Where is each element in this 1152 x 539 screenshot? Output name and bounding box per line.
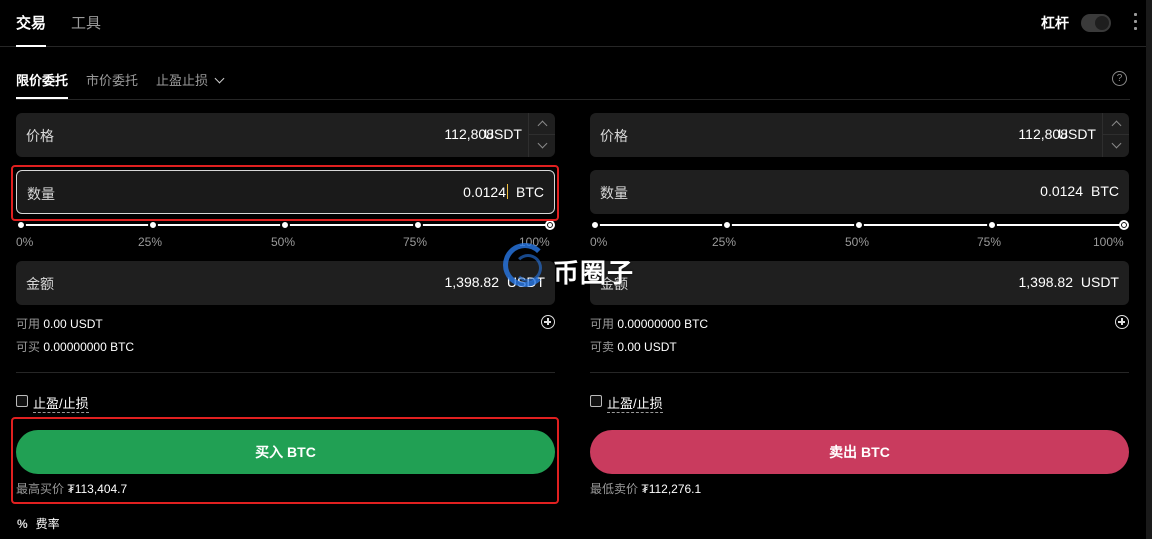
quantity-unit: BTC bbox=[1091, 183, 1119, 199]
chevron-up-icon[interactable] bbox=[529, 113, 555, 135]
price-unit: USDT bbox=[483, 126, 522, 142]
amount-value: 1,398.82 bbox=[444, 274, 500, 290]
slider-label-75: 75% bbox=[977, 235, 1002, 249]
max-buy: 可买 0.00000000 BTC bbox=[16, 338, 134, 355]
slider-label-50: 50% bbox=[845, 235, 870, 249]
buy-percent-slider[interactable]: 0% 25% 50% 75% 100% bbox=[16, 218, 555, 249]
buy-amount-field[interactable]: 金额 1,398.82 USDT bbox=[16, 261, 555, 305]
slider-mark-25[interactable] bbox=[148, 220, 158, 230]
plus-circle-icon[interactable] bbox=[541, 315, 555, 329]
buy-button[interactable]: 买入 BTC bbox=[16, 430, 555, 474]
amount-label: 金额 bbox=[26, 276, 54, 292]
best-sell-price: 最低卖价 ₮112,276.1 bbox=[590, 480, 701, 497]
sell-panel: 价格 112,808 USDT 数量 0.0124 BTC 0% 25% 50%… bbox=[590, 0, 1130, 539]
max-sell-value: 0.00 USDT bbox=[617, 340, 677, 354]
best-buy-price: 最高买价 ₮113,404.7 bbox=[16, 480, 127, 497]
available-balance: 可用 0.00000000 BTC bbox=[590, 315, 708, 332]
slider-label-100: 100% bbox=[519, 235, 550, 249]
best-buy-value: ₮113,404.7 bbox=[67, 482, 128, 496]
text-caret bbox=[507, 184, 508, 199]
slider-label-0: 0% bbox=[16, 235, 34, 249]
amount-unit: USDT bbox=[506, 274, 545, 290]
quantity-text: 0.0124 bbox=[463, 184, 506, 200]
amount-value: 1,398.82 bbox=[1018, 274, 1074, 290]
sell-percent-slider[interactable]: 0% 25% 50% 75% 100% bbox=[590, 218, 1129, 249]
tpsl-label[interactable]: 止盈/止损 bbox=[33, 393, 89, 413]
quantity-label: 数量 bbox=[27, 186, 55, 202]
quantity-label: 数量 bbox=[600, 185, 628, 201]
divider bbox=[16, 372, 555, 373]
max-sell-key: 可卖 bbox=[590, 340, 615, 354]
divider bbox=[590, 372, 1129, 373]
slider-mark-0[interactable] bbox=[590, 220, 600, 230]
tpsl-checkbox[interactable] bbox=[16, 395, 28, 407]
best-sell-key: 最低卖价 bbox=[590, 482, 639, 496]
slider-label-0: 0% bbox=[590, 235, 608, 249]
max-buy-value: 0.00000000 BTC bbox=[43, 340, 135, 354]
chevron-down-icon[interactable] bbox=[1103, 135, 1129, 157]
slider-mark-100[interactable] bbox=[545, 220, 555, 230]
slider-label-50: 50% bbox=[271, 235, 296, 249]
chevron-down-icon[interactable] bbox=[529, 135, 555, 157]
slider-label-100: 100% bbox=[1093, 235, 1124, 249]
slider-mark-75[interactable] bbox=[987, 220, 997, 230]
quantity-value: 0.0124 bbox=[463, 184, 508, 200]
max-buy-key: 可买 bbox=[16, 340, 41, 354]
tpsl-label[interactable]: 止盈/止损 bbox=[607, 393, 663, 413]
sell-quantity-field[interactable]: 数量 0.0124 BTC bbox=[590, 170, 1129, 214]
max-sell: 可卖 0.00 USDT bbox=[590, 338, 677, 355]
sell-price-field[interactable]: 价格 112,808 USDT bbox=[590, 113, 1129, 157]
plus-circle-icon[interactable] bbox=[1115, 315, 1129, 329]
slider-mark-50[interactable] bbox=[280, 220, 290, 230]
percent-icon: % bbox=[17, 517, 28, 531]
slider-mark-100[interactable] bbox=[1119, 220, 1129, 230]
scrollbar[interactable] bbox=[1146, 0, 1152, 539]
slider-mark-75[interactable] bbox=[413, 220, 423, 230]
fee-label: 费率 bbox=[35, 517, 60, 531]
price-unit: USDT bbox=[1057, 126, 1096, 142]
slider-mark-50[interactable] bbox=[854, 220, 864, 230]
price-stepper bbox=[1102, 113, 1129, 157]
slider-mark-0[interactable] bbox=[16, 220, 26, 230]
slider-label-25: 25% bbox=[712, 235, 737, 249]
quantity-value: 0.0124 bbox=[1040, 183, 1083, 199]
sell-button[interactable]: 卖出 BTC bbox=[590, 430, 1129, 474]
amount-unit: USDT bbox=[1080, 274, 1119, 290]
price-stepper bbox=[528, 113, 555, 157]
tpsl-checkbox[interactable] bbox=[590, 395, 602, 407]
slider-label-25: 25% bbox=[138, 235, 163, 249]
chevron-up-icon[interactable] bbox=[1103, 113, 1129, 135]
slider-label-75: 75% bbox=[403, 235, 428, 249]
quantity-unit: BTC bbox=[516, 184, 544, 200]
buy-quantity-field[interactable]: 数量 0.0124 BTC bbox=[16, 170, 555, 214]
available-value: 0.00000000 BTC bbox=[617, 317, 709, 331]
best-buy-key: 最高买价 bbox=[16, 482, 65, 496]
buy-price-field[interactable]: 价格 112,808 USDT bbox=[16, 113, 555, 157]
sell-amount-field[interactable]: 金额 1,398.82 USDT bbox=[590, 261, 1129, 305]
available-key: 可用 bbox=[16, 317, 41, 331]
best-sell-value: ₮112,276.1 bbox=[641, 482, 702, 496]
more-vertical-icon[interactable] bbox=[1134, 13, 1138, 33]
buy-panel: 价格 112,808 USDT 数量 0.0124 BTC 0% 25% 50%… bbox=[16, 0, 556, 539]
available-balance: 可用 0.00 USDT bbox=[16, 315, 103, 332]
price-label: 价格 bbox=[26, 128, 54, 144]
slider-mark-25[interactable] bbox=[722, 220, 732, 230]
amount-label: 金额 bbox=[600, 276, 628, 292]
available-value: 0.00 USDT bbox=[43, 317, 103, 331]
price-label: 价格 bbox=[600, 128, 628, 144]
available-key: 可用 bbox=[590, 317, 615, 331]
fee-rate[interactable]: % 费率 bbox=[17, 515, 60, 532]
